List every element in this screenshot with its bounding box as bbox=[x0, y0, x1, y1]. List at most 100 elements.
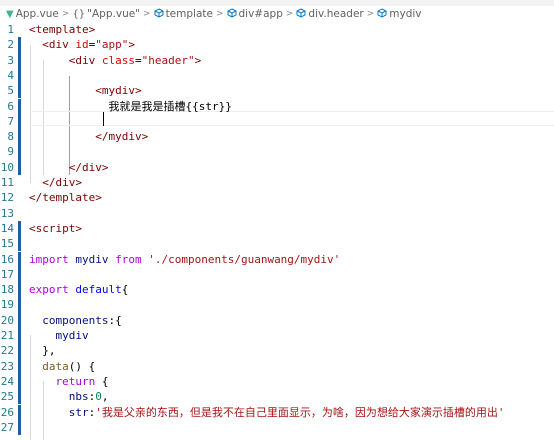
breadcrumb-label: div#app bbox=[238, 8, 283, 20]
line-number: 6 bbox=[7, 99, 14, 113]
code-token: ' bbox=[95, 405, 102, 419]
code-text: export default{ bbox=[29, 282, 128, 297]
line-number: 11 bbox=[0, 176, 14, 189]
code-token: mydiv bbox=[75, 252, 116, 266]
breadcrumb-item-div-app[interactable]: div#app bbox=[227, 7, 283, 21]
code-token: :{ bbox=[108, 313, 122, 327]
code-line[interactable]: 15 bbox=[0, 236, 554, 252]
line-number: 21 bbox=[0, 329, 14, 342]
breadcrumb-item-div-header[interactable]: div.header bbox=[296, 7, 364, 21]
breadcrumb-label: App.vue bbox=[15, 8, 59, 20]
code-editor[interactable]: 1 <template> 2 <div id="app"> 3 <div class=… bbox=[0, 22, 554, 440]
code-line[interactable]: 24 return { bbox=[0, 373, 554, 390]
code-token: 我是父亲的东西，但是我不在自己里面显示，为啥，因为想给大家演示插槽的用出 bbox=[101, 405, 498, 419]
code-line[interactable]: 6 我就是我是插槽{{str}} bbox=[0, 98, 554, 114]
code-line[interactable]: 23 data() { bbox=[0, 358, 554, 374]
code-token: export bbox=[29, 283, 76, 297]
code-line[interactable]: 1 <template> bbox=[0, 22, 554, 37]
code-token: str bbox=[68, 405, 89, 419]
code-token: () { bbox=[68, 359, 96, 373]
line-number: 25 bbox=[0, 390, 14, 404]
code-line[interactable]: 26 str:'我是父亲的东西，但是我不在自己里面显示，为啥，因为想给大家演示插… bbox=[0, 404, 554, 420]
code-line[interactable]: 21 mydiv bbox=[0, 328, 554, 344]
code-line[interactable]: 18 export default{ bbox=[0, 282, 554, 298]
code-token: mydiv bbox=[55, 329, 89, 342]
breadcrumb-item-mydiv[interactable]: mydiv bbox=[377, 7, 422, 21]
code-text: return { bbox=[29, 374, 109, 389]
code-text: str:'我是父亲的东西，但是我不在自己里面显示，为啥，因为想给大家演示插槽的用… bbox=[29, 405, 505, 420]
code-line[interactable]: 22 }, bbox=[0, 343, 554, 359]
code-text: </div> bbox=[29, 175, 82, 190]
code-token: return bbox=[55, 374, 102, 388]
code-line[interactable]: 5 <mydiv> bbox=[0, 83, 554, 99]
code-text: <div id="app"> bbox=[29, 37, 135, 52]
code-token: default bbox=[75, 283, 122, 297]
code-text: <script> bbox=[29, 221, 82, 236]
code-line[interactable]: 2 <div id="app"> bbox=[0, 37, 554, 53]
git-change-marker bbox=[18, 404, 21, 420]
code-line[interactable]: 11 </div> bbox=[0, 175, 554, 190]
code-line[interactable]: 25 nbs:0, bbox=[0, 389, 554, 405]
code-line[interactable]: 9 bbox=[0, 144, 554, 160]
code-token: </mydiv> bbox=[95, 130, 149, 144]
line-number: 15 bbox=[0, 237, 14, 251]
code-line[interactable]: 16 import mydiv from './components/guanwa… bbox=[0, 251, 554, 267]
code-token: }, bbox=[29, 344, 56, 358]
code-line[interactable]: 27 bbox=[0, 419, 554, 436]
line-number: 23 bbox=[0, 359, 14, 373]
code-line[interactable]: 13 bbox=[0, 206, 554, 221]
code-line[interactable]: 19 bbox=[0, 297, 554, 313]
breadcrumb-separator: > bbox=[215, 9, 224, 19]
code-token: 0 bbox=[95, 390, 102, 404]
code-token: <div bbox=[68, 53, 102, 67]
code-token: </div> bbox=[68, 160, 109, 174]
git-change-marker bbox=[18, 113, 21, 130]
code-line[interactable]: 12 </template> bbox=[0, 190, 554, 205]
code-token: 我就是我是插槽 bbox=[108, 99, 186, 113]
breadcrumb-item-file[interactable]: ▼ App.vue bbox=[6, 8, 59, 20]
git-change-marker bbox=[18, 282, 21, 298]
code-line[interactable]: 10 </div> bbox=[0, 159, 554, 175]
breadcrumb-item-template[interactable]: template bbox=[154, 7, 213, 21]
code-line[interactable]: 20 components:{ bbox=[0, 312, 554, 328]
code-text: </div> bbox=[29, 160, 109, 175]
line-number: 3 bbox=[7, 53, 14, 67]
line-number: 27 bbox=[0, 420, 14, 434]
line-number: 14 bbox=[0, 221, 14, 235]
code-line[interactable]: 8 </mydiv> bbox=[0, 129, 554, 145]
code-token: { bbox=[101, 374, 109, 388]
code-token: <div bbox=[42, 38, 76, 52]
code-line[interactable]: 14 <script> bbox=[0, 220, 554, 237]
git-change-marker bbox=[18, 144, 21, 160]
git-change-marker bbox=[18, 236, 21, 252]
git-change-marker bbox=[18, 419, 21, 436]
code-text: </template> bbox=[29, 190, 102, 205]
git-change-marker bbox=[18, 389, 21, 405]
code-token: { bbox=[121, 283, 129, 297]
code-line[interactable]: 3 <div class="header"> bbox=[0, 52, 554, 68]
git-change-marker bbox=[18, 312, 21, 328]
line-number: 7 bbox=[7, 114, 14, 128]
git-change-marker bbox=[18, 266, 21, 283]
git-change-marker bbox=[18, 52, 21, 68]
code-token: class bbox=[101, 53, 135, 67]
element-node-icon bbox=[296, 7, 306, 21]
element-node-icon bbox=[154, 7, 164, 21]
code-token: > bbox=[194, 53, 202, 67]
git-change-marker bbox=[18, 159, 21, 175]
code-line[interactable]: 7 bbox=[0, 113, 554, 130]
code-token: <template> bbox=[29, 23, 96, 36]
git-change-marker bbox=[18, 129, 21, 145]
breadcrumb-item-module[interactable]: {} "App.vue" bbox=[72, 8, 140, 20]
code-line[interactable]: 4 bbox=[0, 67, 554, 84]
breadcrumb-separator: > bbox=[285, 9, 294, 19]
code-token: <mydiv> bbox=[95, 84, 142, 98]
code-line[interactable]: 17 bbox=[0, 266, 554, 283]
